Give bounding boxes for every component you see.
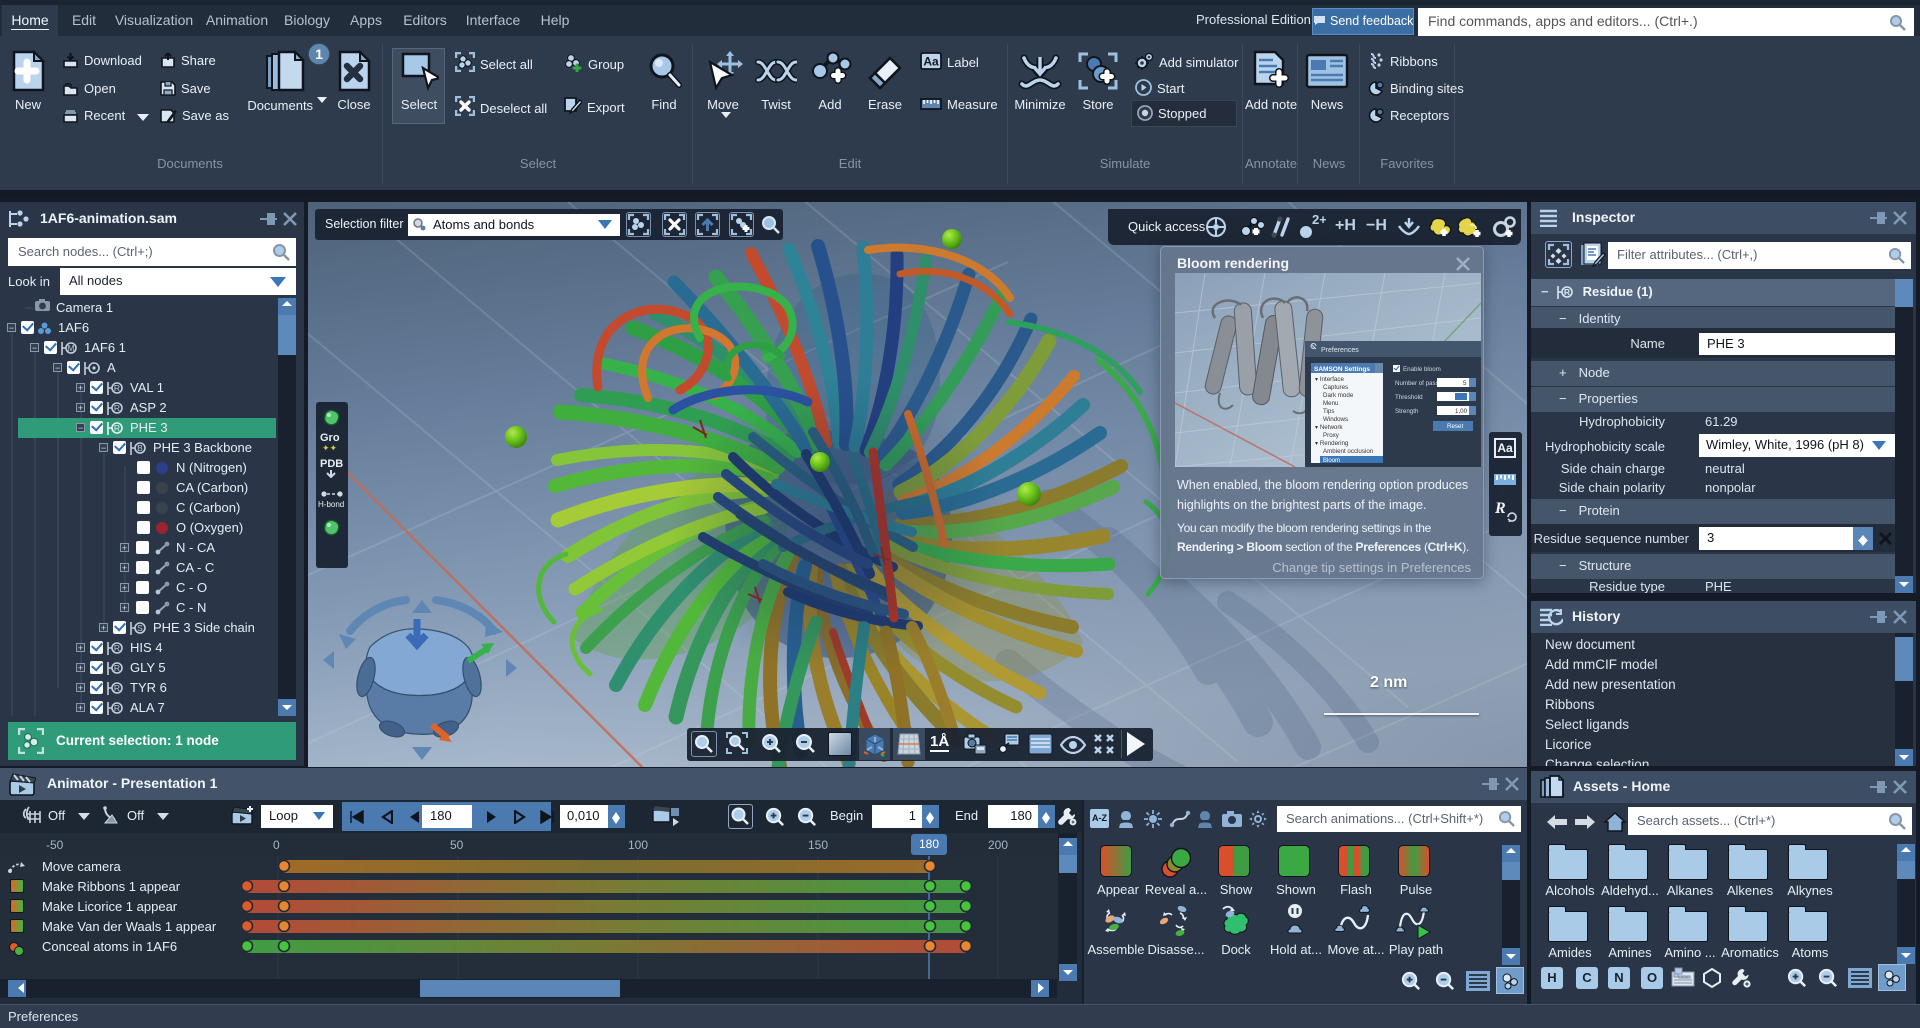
svg-text:1: 1	[315, 46, 323, 62]
svg-text:R: R	[114, 663, 120, 673]
svg-text:▾ Rendering: ▾ Rendering	[1315, 440, 1349, 447]
svg-text:Aa: Aa	[923, 55, 939, 69]
svg-text:▾ Network: ▾ Network	[1315, 424, 1343, 431]
svg-text:5: 5	[1463, 380, 1467, 387]
svg-text:Tips: Tips	[1323, 408, 1334, 415]
svg-text:R: R	[114, 383, 120, 393]
svg-text:Proxy: Proxy	[1323, 432, 1340, 439]
svg-text:▾ Interface: ▾ Interface	[1315, 376, 1344, 383]
svg-text:R: R	[114, 423, 120, 433]
svg-text:2+: 2+	[1312, 214, 1326, 227]
svg-text:R: R	[114, 683, 120, 693]
svg-text:Dark mode: Dark mode	[1323, 392, 1354, 399]
svg-text:B: B	[137, 443, 143, 453]
svg-text:1,00: 1,00	[1455, 408, 1468, 415]
svg-text:R: R	[114, 703, 120, 713]
svg-text:Enable bloom: Enable bloom	[1403, 366, 1441, 373]
svg-text:Windows: Windows	[1323, 416, 1348, 423]
svg-text:SAMSON Settings: SAMSON Settings	[1314, 366, 1370, 373]
svg-text:Ambient occlusion: Ambient occlusion	[1323, 448, 1374, 455]
svg-text:R: R	[114, 403, 120, 413]
svg-text:Bloom: Bloom	[1323, 458, 1340, 464]
svg-text:Strength: Strength	[1395, 408, 1419, 415]
svg-text:Reset: Reset	[1447, 423, 1463, 430]
svg-text:Threshold: Threshold	[1395, 394, 1423, 401]
svg-text:M: M	[68, 344, 75, 353]
svg-text:S: S	[137, 623, 143, 633]
svg-text:Menu: Menu	[1323, 400, 1339, 407]
svg-text:Captures: Captures	[1323, 384, 1348, 391]
svg-text:Preferences: Preferences	[1321, 347, 1359, 354]
svg-text:R: R	[114, 643, 120, 653]
svg-text:R: R	[1564, 287, 1570, 297]
